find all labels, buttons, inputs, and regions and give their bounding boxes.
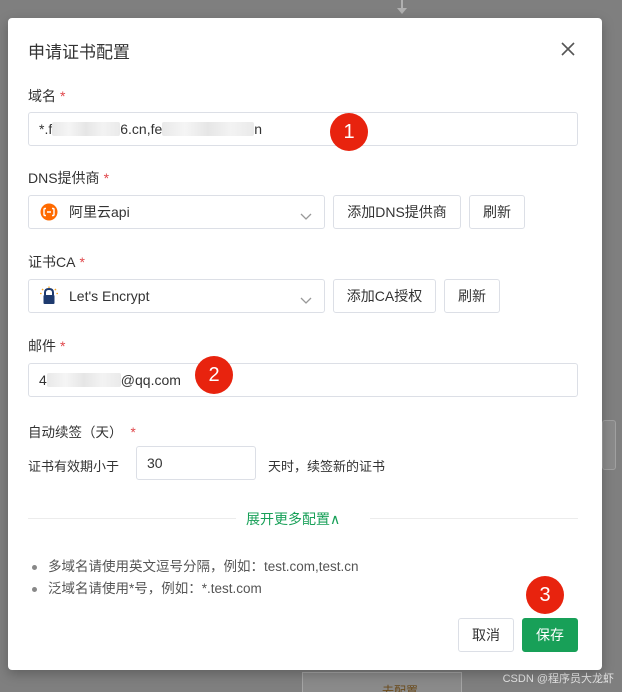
- renew-prefix-text: 证书有效期小于: [28, 459, 120, 474]
- expand-more-link[interactable]: 展开更多配置∧: [246, 509, 340, 529]
- email-label: 邮件 *: [28, 338, 66, 354]
- tips-list: 多域名请使用英文逗号分隔，例如：test.com,test.cn 泛域名请使用*…: [28, 556, 359, 600]
- renew-days-input[interactable]: 30: [136, 446, 256, 480]
- add-ca-button[interactable]: 添加CA授权: [333, 279, 436, 313]
- background-card: [602, 420, 616, 470]
- domain-redacted: [52, 122, 121, 136]
- chevron-down-icon: [300, 292, 312, 308]
- chevron-down-icon: [300, 208, 312, 224]
- dialog-title: 申请证书配置: [28, 43, 130, 62]
- annotation-badge-2: 2: [195, 356, 233, 394]
- domain-value-start: *.f: [39, 121, 53, 137]
- annotation-badge-3: 3: [526, 576, 564, 614]
- divider-right: [370, 518, 578, 519]
- tip-item: 泛域名请使用*号，例如：*.test.com: [28, 578, 359, 600]
- email-value-end: @qq.com: [120, 372, 181, 388]
- email-value-start: 4: [39, 372, 47, 388]
- domain-redacted: [162, 122, 255, 136]
- dns-select[interactable]: 阿里云api: [28, 195, 325, 229]
- dns-refresh-button[interactable]: 刷新: [469, 195, 525, 229]
- watermark: CSDN @程序员大龙虾: [502, 673, 614, 685]
- certificate-dialog: 申请证书配置 域名 * *.f 6.cn,fe n DNS提供商 * 阿里云api …: [8, 18, 602, 670]
- aliyun-icon: [39, 202, 59, 222]
- save-button[interactable]: 保存: [522, 618, 578, 652]
- renew-label: 自动续签（天） *: [28, 425, 136, 440]
- tip-item: 多域名请使用英文逗号分隔，例如：test.com,test.cn: [28, 556, 359, 578]
- background-arrow: [397, 0, 407, 14]
- close-icon[interactable]: [560, 41, 576, 57]
- background-config-text: 去配置: [382, 684, 419, 692]
- letsencrypt-icon: [39, 286, 59, 306]
- ca-refresh-button[interactable]: 刷新: [444, 279, 500, 313]
- add-dns-provider-button[interactable]: 添加DNS提供商: [333, 195, 461, 229]
- divider-left: [28, 518, 236, 519]
- email-redacted: [46, 373, 121, 387]
- ca-label: 证书CA *: [28, 254, 85, 270]
- cancel-button[interactable]: 取消: [458, 618, 514, 652]
- ca-selected-value: Let's Encrypt: [69, 288, 150, 304]
- email-input[interactable]: 4 @qq.com: [28, 363, 578, 397]
- dns-selected-value: 阿里云api: [69, 204, 130, 220]
- domain-input[interactable]: *.f 6.cn,fe n: [28, 112, 578, 146]
- ca-select[interactable]: Let's Encrypt: [28, 279, 325, 313]
- domain-label: 域名 *: [28, 88, 66, 104]
- domain-value-middle: 6.cn,fe: [120, 121, 163, 137]
- dns-label: DNS提供商 *: [28, 170, 110, 186]
- annotation-badge-1: 1: [330, 113, 368, 151]
- domain-value-end: n: [254, 121, 263, 137]
- renew-suffix-text: 天时，续签新的证书: [268, 459, 386, 474]
